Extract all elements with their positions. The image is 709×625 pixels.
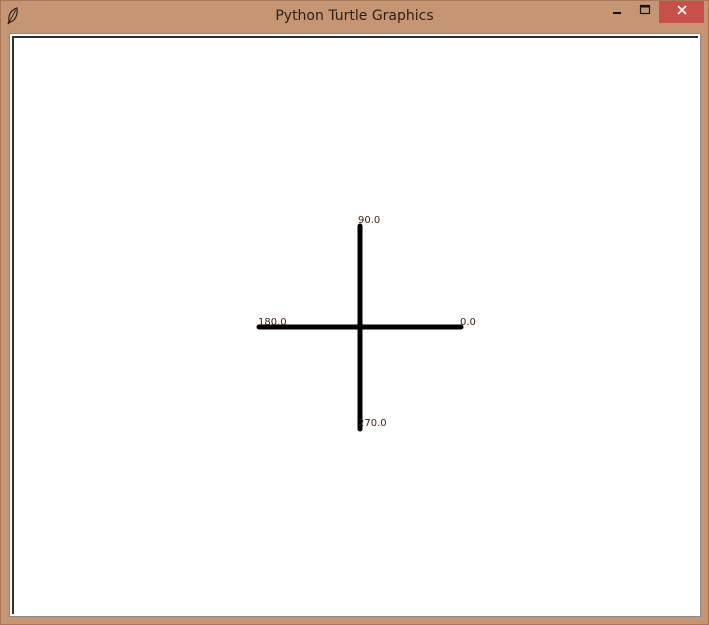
maximize-button[interactable] xyxy=(631,1,659,23)
label-south: 270.0 xyxy=(358,418,387,429)
label-north: 90.0 xyxy=(358,215,380,226)
minimize-icon xyxy=(611,3,623,21)
turtle-canvas-area[interactable]: 0.0 90.0 180.0 270.0 xyxy=(9,33,701,617)
turtle-window: Python Turtle Graphics 0.0 90.0 180.0 27… xyxy=(0,0,709,625)
label-west: 180.0 xyxy=(258,317,287,328)
window-title: Python Turtle Graphics xyxy=(275,8,434,24)
label-east: 0.0 xyxy=(460,317,476,328)
close-button[interactable] xyxy=(659,1,704,23)
minimize-button[interactable] xyxy=(603,1,631,23)
maximize-icon xyxy=(639,3,651,21)
turtle-drawing: 0.0 90.0 180.0 270.0 xyxy=(256,215,476,432)
title-bar[interactable]: Python Turtle Graphics xyxy=(1,1,708,31)
close-icon xyxy=(676,3,688,21)
